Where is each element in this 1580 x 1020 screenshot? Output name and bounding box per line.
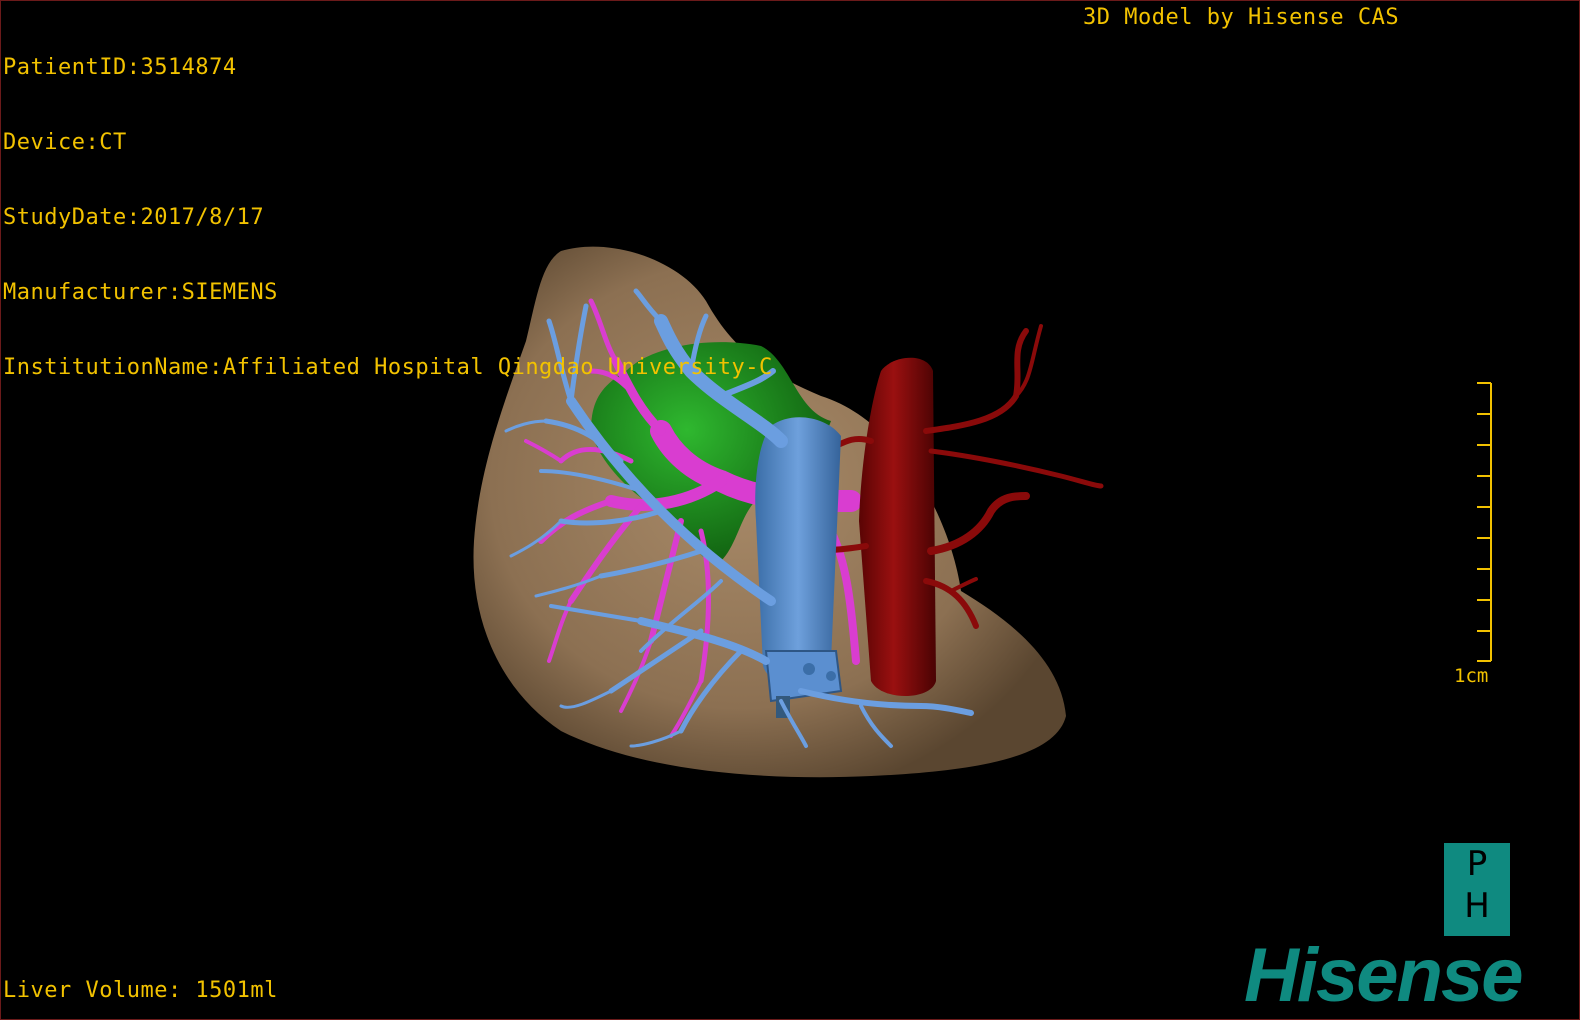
inferior-vena-cava	[859, 357, 936, 696]
hepatic-vein	[755, 417, 843, 718]
ph-logo-top-letter: P	[1466, 844, 1488, 884]
scale-bar	[1477, 382, 1492, 662]
liver-volume-label: Liver Volume: 1501ml	[3, 978, 278, 1003]
manufacturer-label: Manufacturer:SIEMENS	[3, 280, 278, 305]
device-label: Device:CT	[3, 130, 127, 155]
institution-label: InstitutionName:Affiliated Hospital Qing…	[3, 355, 773, 380]
3d-viewport[interactable]: PatientID:3514874 Device:CT StudyDate:20…	[0, 0, 1580, 1020]
model-credit-label: 3D Model by Hisense CAS	[1083, 5, 1400, 30]
scale-label: 1cm	[1454, 665, 1489, 687]
ph-logo-bottom-letter: H	[1464, 886, 1490, 926]
hisense-logo: Hisense	[1244, 933, 1523, 1018]
ph-logo: P H	[1444, 843, 1510, 936]
patient-info-overlay: PatientID:3514874 Device:CT StudyDate:20…	[3, 5, 773, 430]
patient-id-label: PatientID:3514874	[3, 55, 237, 80]
study-date-label: StudyDate:2017/8/17	[3, 205, 265, 230]
